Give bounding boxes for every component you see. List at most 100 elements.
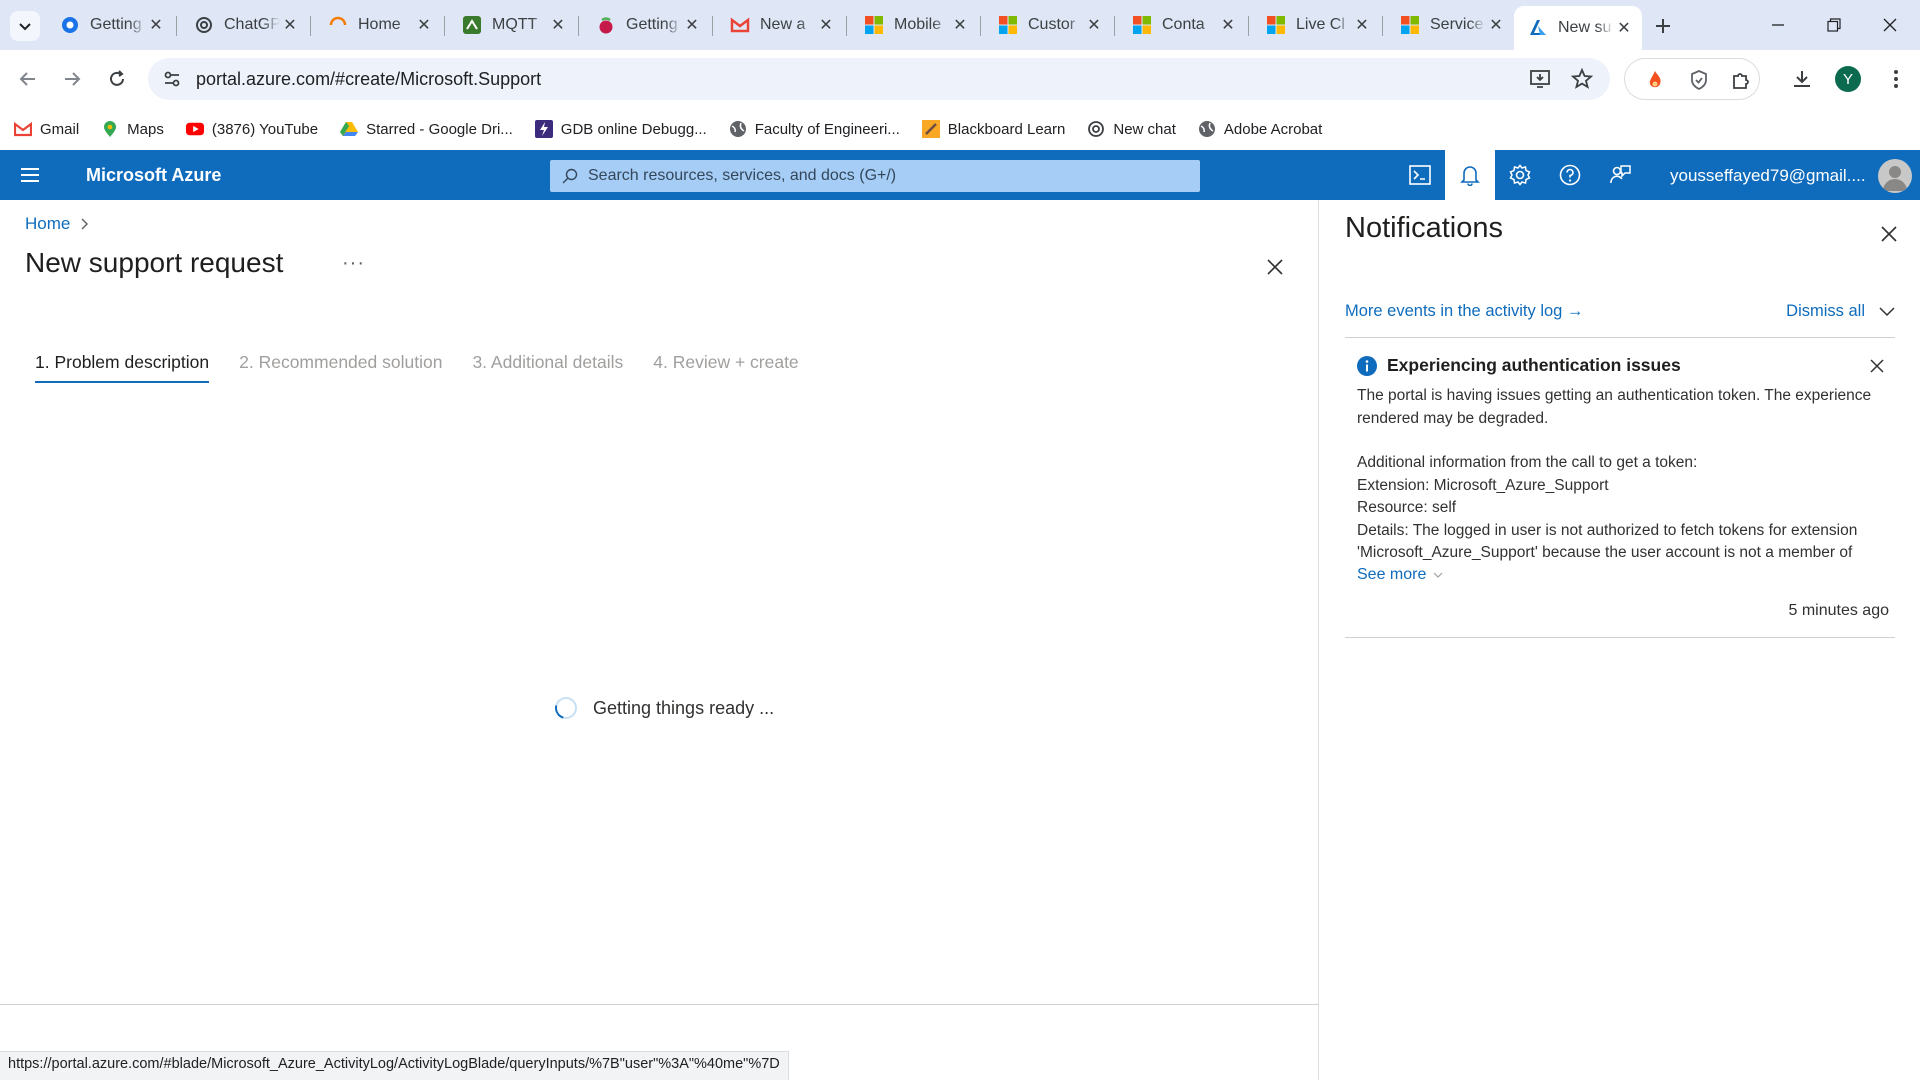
notification-dismiss-button[interactable]	[1867, 356, 1887, 376]
address-bar[interactable]: portal.azure.com/#create/Microsoft.Suppo…	[148, 58, 1610, 100]
tab-close-icon[interactable]: ✕	[1614, 18, 1634, 38]
microsoft-icon	[998, 15, 1018, 35]
bookmark-label: Adobe Acrobat	[1223, 120, 1323, 138]
browser-tab[interactable]: Getting ✕	[582, 8, 710, 42]
browser-tab-active[interactable]: New su ✕	[1514, 6, 1642, 50]
browser-tab[interactable]: New a ✕	[716, 8, 844, 42]
notifications-button[interactable]	[1445, 150, 1495, 200]
forward-button[interactable]	[54, 61, 90, 97]
tab-review-create[interactable]: 4. Review + create	[653, 352, 798, 383]
tab-problem-description[interactable]: 1. Problem description	[35, 352, 210, 383]
fire-extension-icon[interactable]	[1643, 68, 1667, 92]
tab-close-icon[interactable]: ✕	[146, 15, 166, 35]
azure-brand[interactable]: Microsoft Azure	[86, 165, 221, 186]
browser-tab[interactable]: Home ✕	[314, 8, 442, 42]
puzzle-icon[interactable]	[1729, 68, 1753, 92]
bookmark-item[interactable]: Starred - Google Dri...	[340, 120, 513, 138]
search-icon	[562, 168, 578, 184]
browser-tab[interactable]: Mobile ✕	[850, 8, 978, 42]
activity-log-link[interactable]: More events in the activity log →	[1345, 302, 1583, 320]
cloud-shell-button[interactable]	[1395, 150, 1445, 200]
breadcrumb-home-link[interactable]: Home	[25, 214, 70, 234]
shield-extension-icon[interactable]	[1687, 68, 1711, 92]
browser-tab[interactable]: Live Cl ✕	[1252, 8, 1380, 42]
bookmark-item[interactable]: Adobe Acrobat	[1198, 120, 1322, 138]
account-name[interactable]: yousseffayed79@gmail....	[1670, 166, 1866, 186]
loading-indicator: Getting things ready ...	[550, 692, 774, 724]
settings-button[interactable]	[1495, 150, 1545, 200]
chevron-right-icon	[81, 218, 89, 230]
install-app-icon[interactable]	[1528, 67, 1552, 91]
tab-close-icon[interactable]: ✕	[1486, 15, 1506, 35]
notification-card[interactable]: Experiencing authentication issues The p…	[1345, 340, 1895, 638]
tab-additional-details[interactable]: 3. Additional details	[472, 352, 623, 383]
tab-close-icon[interactable]: ✕	[1352, 15, 1372, 35]
azure-icon	[1528, 18, 1548, 38]
profile-avatar[interactable]: Y	[1835, 66, 1861, 92]
page-title: New support request	[25, 247, 284, 278]
terminal-icon	[1409, 165, 1431, 185]
browser-tab[interactable]: MQTT ✕	[448, 8, 576, 42]
bookmark-item[interactable]: GDB online Debugg...	[534, 120, 707, 138]
browser-tab[interactable]: ChatGPT ✕	[180, 8, 308, 42]
help-button[interactable]	[1545, 150, 1595, 200]
notifications-close-button[interactable]	[1875, 220, 1903, 248]
chevron-down-icon[interactable]	[1879, 306, 1895, 317]
tab-divider	[980, 16, 981, 36]
tab-close-icon[interactable]: ✕	[280, 15, 300, 35]
reload-button[interactable]	[99, 61, 135, 97]
kebab-menu-icon	[1894, 70, 1898, 88]
minimize-button[interactable]	[1750, 0, 1806, 50]
hamburger-menu-icon[interactable]	[18, 163, 42, 187]
bookmark-item[interactable]: Gmail	[14, 120, 79, 138]
tab-close-icon[interactable]: ✕	[548, 15, 568, 35]
tab-close-icon[interactable]: ✕	[1218, 15, 1238, 35]
close-icon	[1883, 18, 1897, 32]
bookmark-item[interactable]: Maps	[101, 120, 164, 138]
extensions-group	[1624, 58, 1760, 100]
notification-body: The portal is having issues getting an a…	[1357, 385, 1887, 565]
blade-close-button[interactable]	[1262, 254, 1288, 280]
see-more-button[interactable]: See more	[1357, 566, 1443, 584]
bookmark-item[interactable]: New chat	[1087, 120, 1176, 138]
tab-close-icon[interactable]: ✕	[816, 15, 836, 35]
search-input[interactable]	[586, 160, 1186, 192]
wizard-steps: 1. Problem description 2. Recommended so…	[35, 352, 829, 383]
dismiss-all-button[interactable]: Dismiss all	[1786, 302, 1895, 321]
downloads-button[interactable]	[1784, 61, 1820, 97]
tab-recommended-solution[interactable]: 2. Recommended solution	[239, 352, 442, 383]
account-avatar[interactable]	[1878, 159, 1912, 193]
notification-text: Additional information from the call to …	[1357, 454, 1698, 471]
browser-tab[interactable]: Conta ✕	[1118, 8, 1246, 42]
bookmark-item[interactable]: Blackboard Learn	[921, 120, 1065, 138]
back-button[interactable]	[10, 61, 46, 97]
tab-close-icon[interactable]: ✕	[1084, 15, 1104, 35]
tab-label: Mobile	[894, 16, 942, 33]
bookmark-star-icon[interactable]	[1570, 67, 1594, 91]
feedback-button[interactable]	[1595, 150, 1645, 200]
bookmark-label: GDB online Debugg...	[560, 120, 707, 138]
plus-icon	[1656, 19, 1670, 33]
bookmark-item[interactable]: Faculty of Engineeri...	[729, 120, 900, 138]
notifications-title: Notifications	[1345, 212, 1503, 244]
tab-close-icon[interactable]: ✕	[950, 15, 970, 35]
bookmark-item[interactable]: (3876) YouTube	[185, 120, 318, 138]
tab-search-button[interactable]	[10, 11, 40, 41]
browser-tab[interactable]: Custor ✕	[984, 8, 1112, 42]
url-text[interactable]: portal.azure.com/#create/Microsoft.Suppo…	[196, 69, 541, 90]
restore-icon	[1827, 18, 1841, 32]
browser-tab[interactable]: Service ✕	[1386, 8, 1514, 42]
azure-search-box[interactable]	[550, 160, 1200, 192]
tab-divider	[310, 16, 311, 36]
restore-button[interactable]	[1806, 0, 1862, 50]
window-close-button[interactable]	[1862, 0, 1918, 50]
tab-close-icon[interactable]: ✕	[682, 15, 702, 35]
site-settings-icon[interactable]	[162, 69, 182, 89]
new-tab-button[interactable]	[1648, 11, 1678, 41]
notifications-actions: More events in the activity log → Dismis…	[1345, 302, 1895, 321]
more-actions-button[interactable]: ···	[342, 252, 365, 275]
browser-menu-button[interactable]	[1878, 61, 1914, 97]
browser-tab[interactable]: Getting ✕	[46, 8, 174, 42]
tab-close-icon[interactable]: ✕	[414, 15, 434, 35]
minimize-icon	[1772, 24, 1784, 26]
